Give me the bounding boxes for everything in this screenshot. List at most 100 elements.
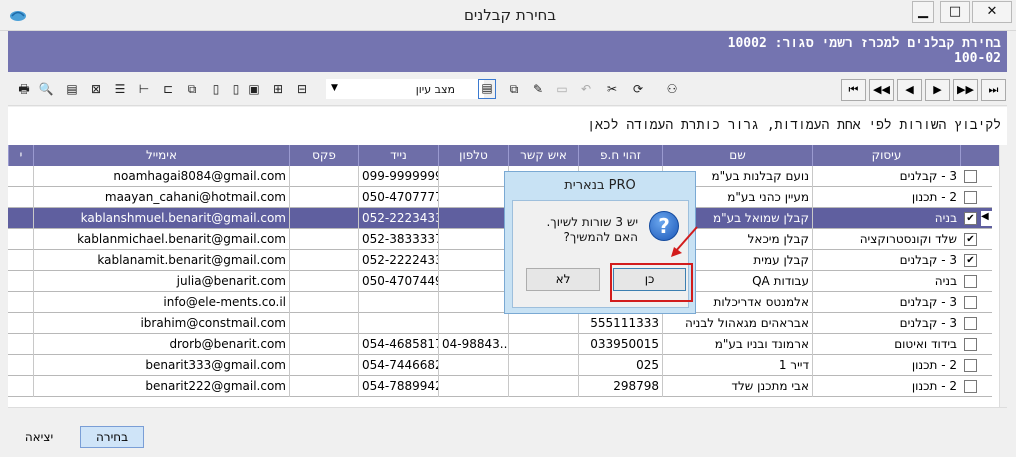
cell-email[interactable]: kablanamit.benarit@gmail.com [33, 250, 289, 271]
cell-mobile[interactable]: 050-4707449 [358, 271, 438, 292]
print-preview-icon[interactable]: 🔍 [38, 81, 54, 97]
cell-email[interactable]: ibrahim@constmail.com [33, 313, 289, 334]
layout-icon[interactable]: ▣ [246, 81, 262, 97]
cell-fax[interactable] [289, 376, 358, 397]
tools-icon[interactable]: ✂ [604, 81, 620, 97]
maximize-button[interactable]: □ [940, 1, 970, 23]
horizontal-scrollbar[interactable] [8, 407, 1007, 423]
row-checkbox[interactable] [964, 338, 977, 351]
refresh-icon[interactable]: ⟳ [630, 81, 646, 97]
table-row[interactable]: kablanamit.benarit@gmail.com 052-2222433 ק… [8, 250, 992, 271]
cell-email[interactable]: benarit222@gmail.com [33, 376, 289, 397]
cell-mobile[interactable]: 052-3833337 [358, 229, 438, 250]
cell-contact[interactable] [508, 334, 578, 355]
export-pdf-icon[interactable]: ▤ [64, 81, 80, 97]
prev-record-button[interactable]: ◀ [897, 79, 922, 101]
row-checkbox[interactable] [964, 317, 977, 330]
cell-mobile[interactable] [358, 313, 438, 334]
cell-contact[interactable] [508, 376, 578, 397]
column-header-contact[interactable]: איש קשר [508, 145, 578, 166]
last-record-button[interactable]: ⏭ [981, 79, 1006, 101]
first-record-button[interactable]: ⏮ [841, 79, 866, 101]
table-row[interactable]: noamhagai8084@gmail.com 099-9999999 נועם ק… [8, 166, 992, 187]
cell-fax[interactable] [289, 313, 358, 334]
cell-fax[interactable] [289, 187, 358, 208]
undo-icon[interactable]: ↶ [578, 81, 594, 97]
cell-phone[interactable] [438, 313, 508, 334]
cell-name[interactable]: ארמונד ובניו בע"מ [662, 334, 812, 355]
cell-mobile[interactable]: 052-2223433 [358, 208, 438, 229]
cell-field[interactable]: בידוד ואיטום [812, 334, 960, 355]
cell-field[interactable]: 3 - קבלנים [812, 250, 960, 271]
group-icon[interactable]: ⊏ [160, 81, 176, 97]
exit-button[interactable]: יציאה [8, 426, 70, 448]
cell-field[interactable]: 2 - תכנון [812, 355, 960, 376]
cell-name[interactable]: אבי מתכנן שלד [662, 376, 812, 397]
columns-icon[interactable]: ☰ [112, 81, 128, 97]
column-header-mobile[interactable]: נייד [358, 145, 438, 166]
column-header-check[interactable] [960, 145, 992, 166]
next-record-button[interactable]: ▶ [925, 79, 950, 101]
next-page-button[interactable]: ▶▶ [953, 79, 978, 101]
column-header-phone[interactable]: טלפון [438, 145, 508, 166]
settings-grid-icon[interactable]: ⊟ [294, 81, 310, 97]
column-header-id[interactable]: זהוי ח.פ [578, 145, 662, 166]
tree-icon[interactable]: ⊢ [136, 81, 152, 97]
column-header-extra[interactable]: י [8, 145, 33, 166]
cell-email[interactable]: maayan_cahani@hotmail.com [33, 187, 289, 208]
cell-fax[interactable] [289, 355, 358, 376]
cell-email[interactable]: kablanmichael.benarit@gmail.com [33, 229, 289, 250]
row-checkbox[interactable]: ✔ [964, 233, 977, 246]
no-button[interactable]: לא [526, 268, 600, 291]
row-checkbox[interactable] [964, 191, 977, 204]
cell-contact[interactable] [508, 355, 578, 376]
cell-field[interactable]: בניה [812, 208, 960, 229]
cell-contact[interactable] [508, 313, 578, 334]
cell-id[interactable]: 555111333 [578, 313, 662, 334]
cell-field[interactable]: 3 - קבלנים [812, 166, 960, 187]
row-checkbox[interactable]: ✔ [964, 212, 977, 225]
cell-email[interactable]: noamhagai8084@gmail.com [33, 166, 289, 187]
cell-field[interactable]: 2 - תכנון [812, 376, 960, 397]
cell-mobile[interactable]: 099-9999999 [358, 166, 438, 187]
cell-mobile[interactable]: 052-2222433 [358, 250, 438, 271]
cell-id[interactable]: 298798 [578, 376, 662, 397]
vertical-scrollbar[interactable] [999, 145, 1015, 412]
cell-fax[interactable] [289, 271, 358, 292]
cell-mobile[interactable]: 054-4685817 [358, 334, 438, 355]
cell-phone[interactable]: 04-98843... [438, 334, 508, 355]
cell-fax[interactable] [289, 250, 358, 271]
copy-icon[interactable]: ⧉ [184, 81, 200, 97]
binoculars-icon[interactable]: ⚇ [664, 81, 680, 97]
table-row[interactable]: maayan_cahani@hotmail.com 050-4707777 מעיי… [8, 187, 992, 208]
filter-icon[interactable]: ▯ [208, 81, 224, 97]
row-checkbox[interactable]: ✔ [964, 254, 977, 267]
export-excel-icon[interactable]: ⊠ [88, 81, 104, 97]
print-icon[interactable]: 🖶 [16, 81, 32, 97]
column-header-name[interactable]: שם [662, 145, 812, 166]
cell-id[interactable]: 025 [578, 355, 662, 376]
column-header-fax[interactable]: פקס [289, 145, 358, 166]
cell-phone[interactable] [438, 292, 508, 313]
cell-field[interactable]: 2 - תכנון [812, 187, 960, 208]
table-row[interactable]: info@ele-ments.co.il אלמנטס אדריכלות 3 - ק… [8, 292, 992, 313]
cell-email[interactable]: info@ele-ments.co.il [33, 292, 289, 313]
cell-phone[interactable] [438, 208, 508, 229]
cell-phone[interactable] [438, 355, 508, 376]
cell-field[interactable]: 3 - קבלנים [812, 313, 960, 334]
blank-page-icon[interactable]: ▯ [228, 81, 244, 97]
table-row[interactable]: benarit333@gmail.com 054-7446682 025 דייר 1… [8, 355, 992, 376]
row-checkbox[interactable] [964, 170, 977, 183]
cell-field[interactable]: בניה [812, 271, 960, 292]
cell-phone[interactable] [438, 229, 508, 250]
cell-id[interactable]: 033950015 [578, 334, 662, 355]
cell-field[interactable]: 3 - קבלנים [812, 292, 960, 313]
table-row[interactable]: kablanmichael.benarit@gmail.com 052-38333… [8, 229, 992, 250]
prev-page-button[interactable]: ◀◀ [869, 79, 894, 101]
row-checkbox[interactable] [964, 275, 977, 288]
cell-fax[interactable] [289, 292, 358, 313]
row-checkbox[interactable] [964, 296, 977, 309]
cell-fax[interactable] [289, 229, 358, 250]
save-copy-icon[interactable]: ⧉ [506, 81, 522, 97]
cell-phone[interactable] [438, 166, 508, 187]
